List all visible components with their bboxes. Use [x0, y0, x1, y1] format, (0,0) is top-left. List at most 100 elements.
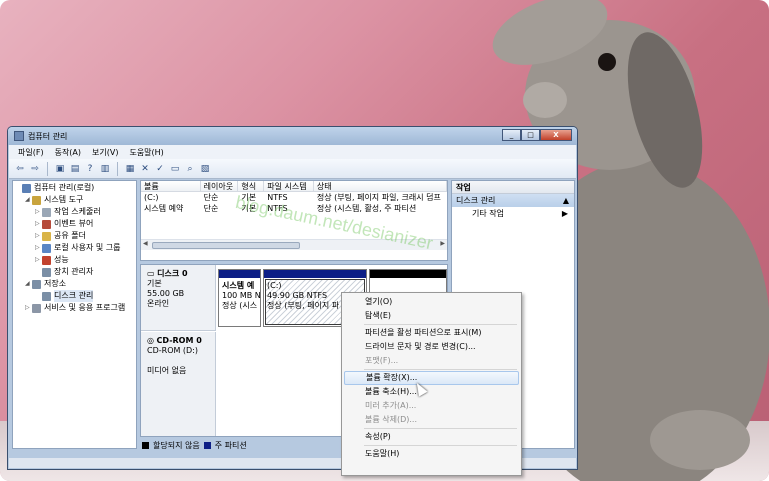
toolbar-divider	[47, 161, 48, 176]
collapsed-arrow-icon[interactable]: ▷	[35, 242, 42, 254]
cdrom-0-label[interactable]: ◎ CD-ROM 0 CD-ROM (D:) 미디어 없음	[141, 332, 216, 436]
context-menu-item[interactable]: 탐색(E)	[344, 309, 519, 323]
unallocated-bar	[370, 270, 446, 278]
minimize-button[interactable]: _	[502, 129, 521, 141]
tree-item[interactable]: ▷ 작업 스케줄러	[13, 206, 136, 218]
expanded-arrow-icon[interactable]: ◢	[25, 278, 32, 290]
scroll-left-icon[interactable]: ◀	[143, 240, 148, 247]
column-volume[interactable]: 볼륨	[141, 181, 201, 191]
context-menu-item: 포맷(F)...	[365, 356, 399, 365]
cdrom-0-name: CD-ROM 0	[156, 336, 202, 345]
cdrom-icon: ◎	[147, 336, 157, 345]
title-bar[interactable]: 컴퓨터 관리	[8, 127, 577, 145]
context-menu-item: 볼륨 삭제(D)...	[365, 415, 418, 424]
tree-item[interactable]: ▷ 서비스 및 응용 프로그램	[13, 302, 136, 314]
menu-separator	[364, 445, 517, 446]
show-hide-tree-icon[interactable]: ▤	[69, 163, 81, 175]
properties-icon[interactable]: ▦	[124, 163, 136, 175]
maximize-button[interactable]: □	[521, 129, 540, 141]
tree-item[interactable]: ▷ 이벤트 뷰어	[13, 218, 136, 230]
tree-item[interactable]: ◢ 시스템 도구	[13, 194, 136, 206]
actions-disk-management[interactable]: 디스크 관리 ▲	[452, 194, 574, 207]
menu-bar: 파일(F) 동작(A) 보기(V) 도움말(H)	[9, 145, 576, 159]
submenu-arrow-icon: ▶	[561, 209, 568, 218]
scrollbar-thumb[interactable]	[152, 242, 300, 249]
actions-more[interactable]: 기타 작업 ▶	[452, 207, 574, 220]
partition-title: 시스템 예	[222, 281, 255, 290]
disk-0-name: 디스크 0	[157, 269, 188, 278]
toolbar-divider	[117, 161, 118, 176]
legend-unallocated-swatch	[142, 441, 149, 449]
collapsed-arrow-icon[interactable]: ▷	[35, 254, 42, 266]
search-icon[interactable]: ⌕	[184, 163, 196, 175]
action-pane-icon[interactable]: ▥	[99, 163, 111, 175]
collapsed-arrow-icon[interactable]: ▷	[35, 230, 42, 242]
column-type[interactable]: 형식	[238, 181, 265, 191]
collapsed-arrow-icon[interactable]: ▷	[25, 302, 32, 314]
actions-more-label: 기타 작업	[472, 209, 504, 218]
cdrom-0-type: CD-ROM (D:)	[147, 346, 199, 355]
menu-view[interactable]: 보기(V)	[92, 147, 118, 158]
tree-item-label: 서비스 및 응용 프로그램	[44, 303, 126, 312]
disk-0-label[interactable]: ▭ 디스크 0 기본 55.00 GB 온라인	[141, 265, 216, 331]
legend-unallocated: 할당되지 않음	[153, 440, 200, 450]
context-menu-item: 미러 추가(A)...	[365, 401, 417, 410]
context-menu-item[interactable]: 속성(P)	[344, 430, 519, 444]
column-file-system[interactable]: 파일 시스템	[264, 181, 314, 191]
disk-management-icon	[42, 291, 51, 301]
scroll-right-icon[interactable]: ▶	[440, 240, 445, 247]
menu-separator	[364, 324, 517, 325]
disk-0-status: 온라인	[147, 299, 170, 308]
toolbar: ⇦ ⇨ ▣ ▤ ? ▥ ▦ ✕ ✓ ▭ ⌕ ▧	[9, 159, 576, 179]
properties-sheet-icon[interactable]: ▧	[199, 163, 211, 175]
tree-item[interactable]: ▷ 성능	[13, 254, 136, 266]
device-manager-icon	[42, 267, 51, 277]
tree-item[interactable]: ▷ 로컬 사용자 및 그룹	[13, 242, 136, 254]
partition-system-reserved[interactable]: 시스템 예 100 MB N 정상 (시스	[218, 269, 261, 327]
partition-bar	[264, 270, 366, 278]
clock-icon	[42, 207, 51, 217]
volume-cell: 단순	[203, 193, 219, 202]
collapsed-arrow-icon[interactable]: ▷	[35, 218, 42, 230]
folder-up-icon[interactable]: ▣	[54, 163, 66, 175]
legend-primary: 주 파티션	[214, 440, 247, 450]
expanded-arrow-icon[interactable]: ◢	[25, 194, 32, 206]
context-menu-item[interactable]: 볼륨 확장(X)...	[344, 371, 519, 385]
storage-icon	[32, 279, 41, 289]
back-arrow-icon[interactable]: ⇦	[14, 163, 26, 175]
collapse-up-icon[interactable]: ▲	[563, 194, 569, 207]
volume-row[interactable]: (C:) 단순 기본 NTFS 정상 (부팅, 페이지 파일, 크래시 덤프	[141, 192, 447, 203]
delete-icon[interactable]: ✕	[139, 163, 151, 175]
collapsed-arrow-icon[interactable]: ▷	[35, 206, 42, 218]
column-status[interactable]: 상태	[314, 181, 447, 191]
open-folder-icon[interactable]: ▭	[169, 163, 181, 175]
context-menu-item[interactable]: 파티션을 활성 파티션으로 표시(M)	[344, 326, 519, 340]
help-icon[interactable]: ?	[84, 163, 96, 175]
navigation-tree: 컴퓨터 관리(로컬) ◢ 시스템 도구 ▷ 작업 스케줄러 ▷ 이벤트 뷰어 ▷ 공유 폴더 ▷ 로…	[12, 180, 137, 449]
legend-primary-swatch	[203, 441, 211, 449]
computer-icon	[22, 183, 31, 193]
tree-item[interactable]: ▷ 공유 폴더	[13, 230, 136, 242]
forward-arrow-icon[interactable]: ⇨	[29, 163, 41, 175]
tree-item-label: 저장소	[44, 279, 67, 288]
tree-item[interactable]: 컴퓨터 관리(로컬)	[13, 182, 136, 194]
context-menu-item[interactable]: 볼륨 축소(H)...	[344, 385, 519, 399]
cdrom-0-status: 미디어 없음	[147, 366, 187, 375]
menu-file[interactable]: 파일(F)	[18, 147, 44, 158]
tree-item[interactable]: 장치 관리자	[13, 266, 136, 278]
event-viewer-icon	[42, 219, 51, 229]
partition-title: (C:)	[267, 281, 282, 290]
checkmark-icon[interactable]: ✓	[154, 163, 166, 175]
menu-help[interactable]: 도움말(H)	[129, 147, 163, 158]
context-menu-item[interactable]: 열기(O)	[344, 295, 519, 309]
menu-action[interactable]: 동작(A)	[55, 147, 81, 158]
menu-separator	[364, 369, 517, 370]
tree-item-label: 공유 폴더	[54, 231, 86, 240]
context-menu-item[interactable]: 드라이브 문자 및 경로 변경(C)...	[344, 340, 519, 354]
column-layout[interactable]: 레이아웃	[201, 181, 239, 191]
context-menu-item[interactable]: 도움말(H)	[344, 447, 519, 461]
tree-item[interactable]: 디스크 관리	[13, 290, 136, 302]
tree-item[interactable]: ◢ 저장소	[13, 278, 136, 290]
tree-item-label: 이벤트 뷰어	[54, 219, 94, 228]
close-button[interactable]: X	[540, 129, 572, 141]
